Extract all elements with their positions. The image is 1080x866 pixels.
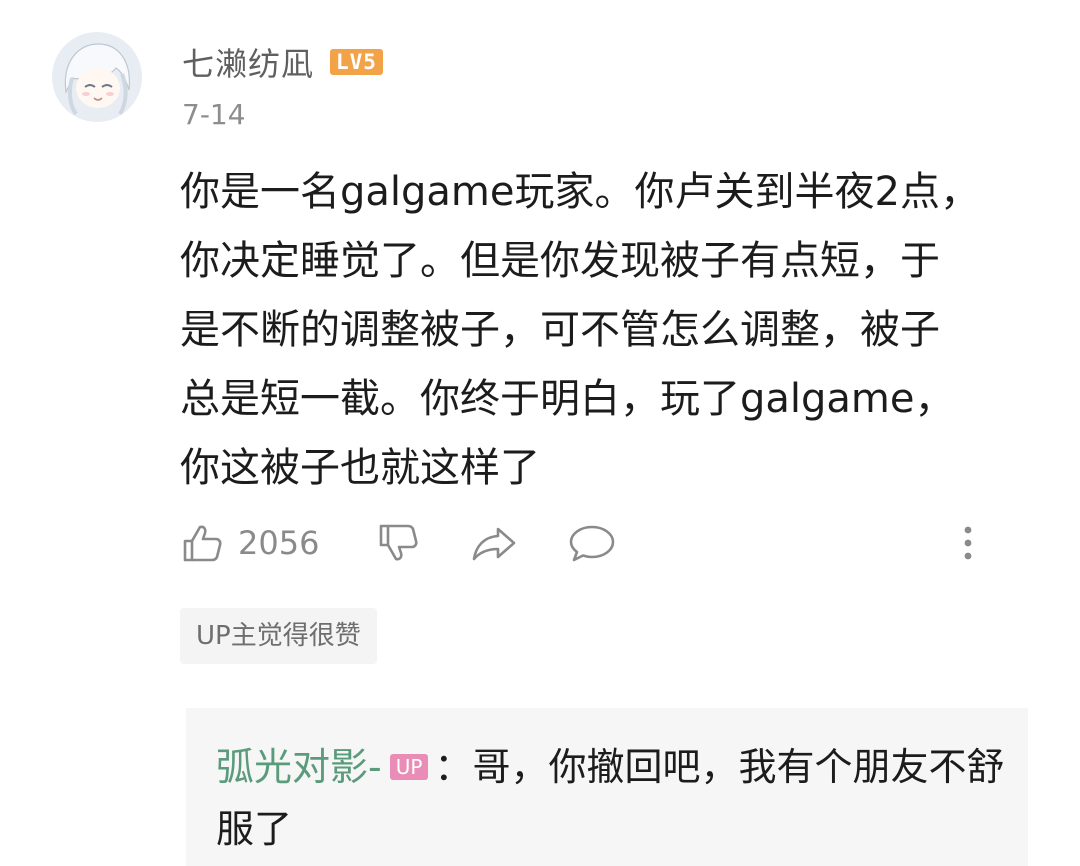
reply-separator: ： bbox=[434, 745, 473, 789]
reply-text: 弧光对影- UP ：哥，你撤回吧，我有个朋友不舒服了 bbox=[216, 736, 1006, 860]
reply-button[interactable] bbox=[568, 515, 616, 571]
comment-line: 你这被子也就这样了 bbox=[180, 445, 540, 491]
share-icon bbox=[472, 527, 516, 561]
comment-line: 是不断的调整被子，可不管怎么调整，被子 bbox=[180, 307, 940, 353]
comment-line: 你决定睡觉了。但是你发现被子有点短，于 bbox=[180, 238, 940, 284]
comment-line: 总是短一截。你终于明白，玩了galgame， bbox=[180, 376, 955, 422]
more-vertical-icon bbox=[964, 526, 972, 560]
thumbs-down-icon bbox=[379, 524, 418, 561]
up-liked-tag: UP主觉得很赞 bbox=[180, 608, 377, 664]
avatar-image bbox=[52, 32, 142, 122]
username[interactable]: 七濑纺凪 bbox=[182, 39, 314, 85]
like-count: 2056 bbox=[238, 524, 320, 562]
level-badge: LV5 bbox=[330, 49, 383, 75]
comment-icon bbox=[569, 525, 615, 562]
more-button[interactable] bbox=[950, 515, 986, 571]
comment-date: 7-14 bbox=[182, 98, 246, 131]
comment-text: 你是一名galgame玩家。你卢关到半夜2点， 你决定睡觉了。但是你发现被子有点… bbox=[180, 158, 1030, 503]
dislike-button[interactable] bbox=[376, 515, 420, 571]
up-badge: UP bbox=[389, 754, 429, 780]
comment-header: 七濑纺凪 LV5 bbox=[182, 38, 383, 86]
avatar[interactable] bbox=[52, 32, 142, 122]
like-button[interactable]: 2056 bbox=[180, 515, 319, 571]
thumbs-up-icon bbox=[183, 525, 222, 562]
comment-line: 你是一名galgame玩家。你卢关到半夜2点， bbox=[180, 169, 980, 215]
comment-action-bar: 2056 bbox=[180, 515, 990, 571]
reply-author[interactable]: 弧光对影- bbox=[216, 745, 382, 789]
share-button[interactable] bbox=[470, 515, 518, 571]
reply-preview[interactable]: 弧光对影- UP ：哥，你撤回吧，我有个朋友不舒服了 bbox=[186, 708, 1028, 866]
